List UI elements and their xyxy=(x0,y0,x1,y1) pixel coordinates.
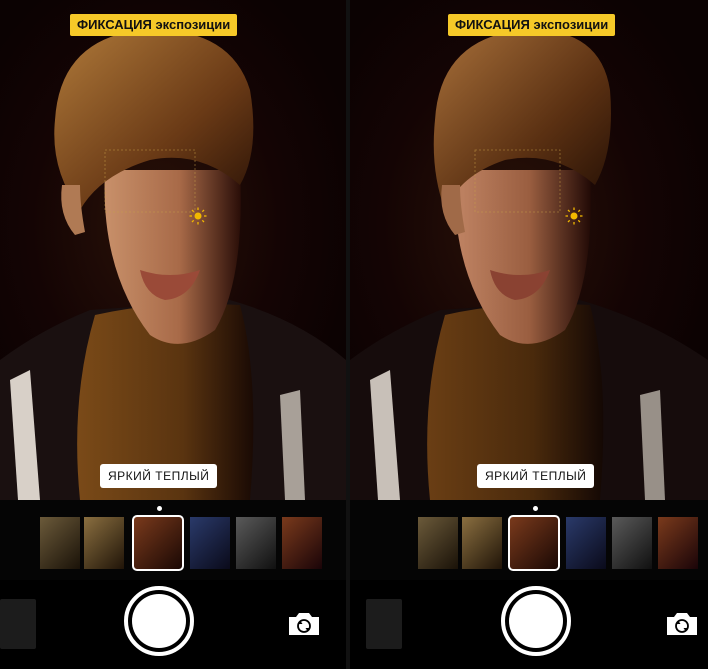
shutter-button[interactable] xyxy=(501,586,571,656)
filter-thumbnail[interactable] xyxy=(418,517,458,569)
sun-icon[interactable] xyxy=(565,207,583,225)
filter-thumbnail[interactable] xyxy=(658,517,698,569)
portrait-photo xyxy=(350,29,708,500)
selected-filter-dot xyxy=(533,506,538,511)
camera-panel-left: ФИКСАЦИЯ экспозиции ЯРКИЙ ТЕПЛЫЙ xyxy=(0,0,346,669)
camera-flip-icon[interactable] xyxy=(286,610,322,638)
filter-thumbnail-selected[interactable] xyxy=(132,515,184,571)
gallery-thumbnail[interactable] xyxy=(0,599,36,649)
selected-filter-dot xyxy=(157,506,162,511)
gallery-thumbnail[interactable] xyxy=(366,599,402,649)
filter-thumbnail[interactable] xyxy=(566,517,606,569)
filter-thumbnail-selected[interactable] xyxy=(508,515,560,571)
filter-thumbnail[interactable] xyxy=(282,517,322,569)
viewfinder[interactable] xyxy=(350,0,708,500)
filter-name-label: ЯРКИЙ ТЕПЛЫЙ xyxy=(477,464,595,488)
filter-name-label: ЯРКИЙ ТЕПЛЫЙ xyxy=(100,464,218,488)
camera-panel-right: ФИКСАЦИЯ экспозиции ЯРКИЙ ТЕПЛЫЙ xyxy=(350,0,708,669)
filter-thumbnail[interactable] xyxy=(612,517,652,569)
filter-thumbnail[interactable] xyxy=(84,517,124,569)
filter-thumbnail[interactable] xyxy=(190,517,230,569)
exposure-lock-badge: ФИКСАЦИЯ экспозиции xyxy=(70,14,238,36)
viewfinder[interactable] xyxy=(0,0,346,500)
camera-flip-icon[interactable] xyxy=(664,610,700,638)
shutter-button[interactable] xyxy=(124,586,194,656)
filter-thumbnail[interactable] xyxy=(462,517,502,569)
portrait-photo xyxy=(0,29,346,500)
exposure-lock-badge: ФИКСАЦИЯ экспозиции xyxy=(448,14,616,36)
filter-thumbnail[interactable] xyxy=(40,517,80,569)
sun-icon[interactable] xyxy=(189,207,207,225)
filter-thumbnail[interactable] xyxy=(236,517,276,569)
